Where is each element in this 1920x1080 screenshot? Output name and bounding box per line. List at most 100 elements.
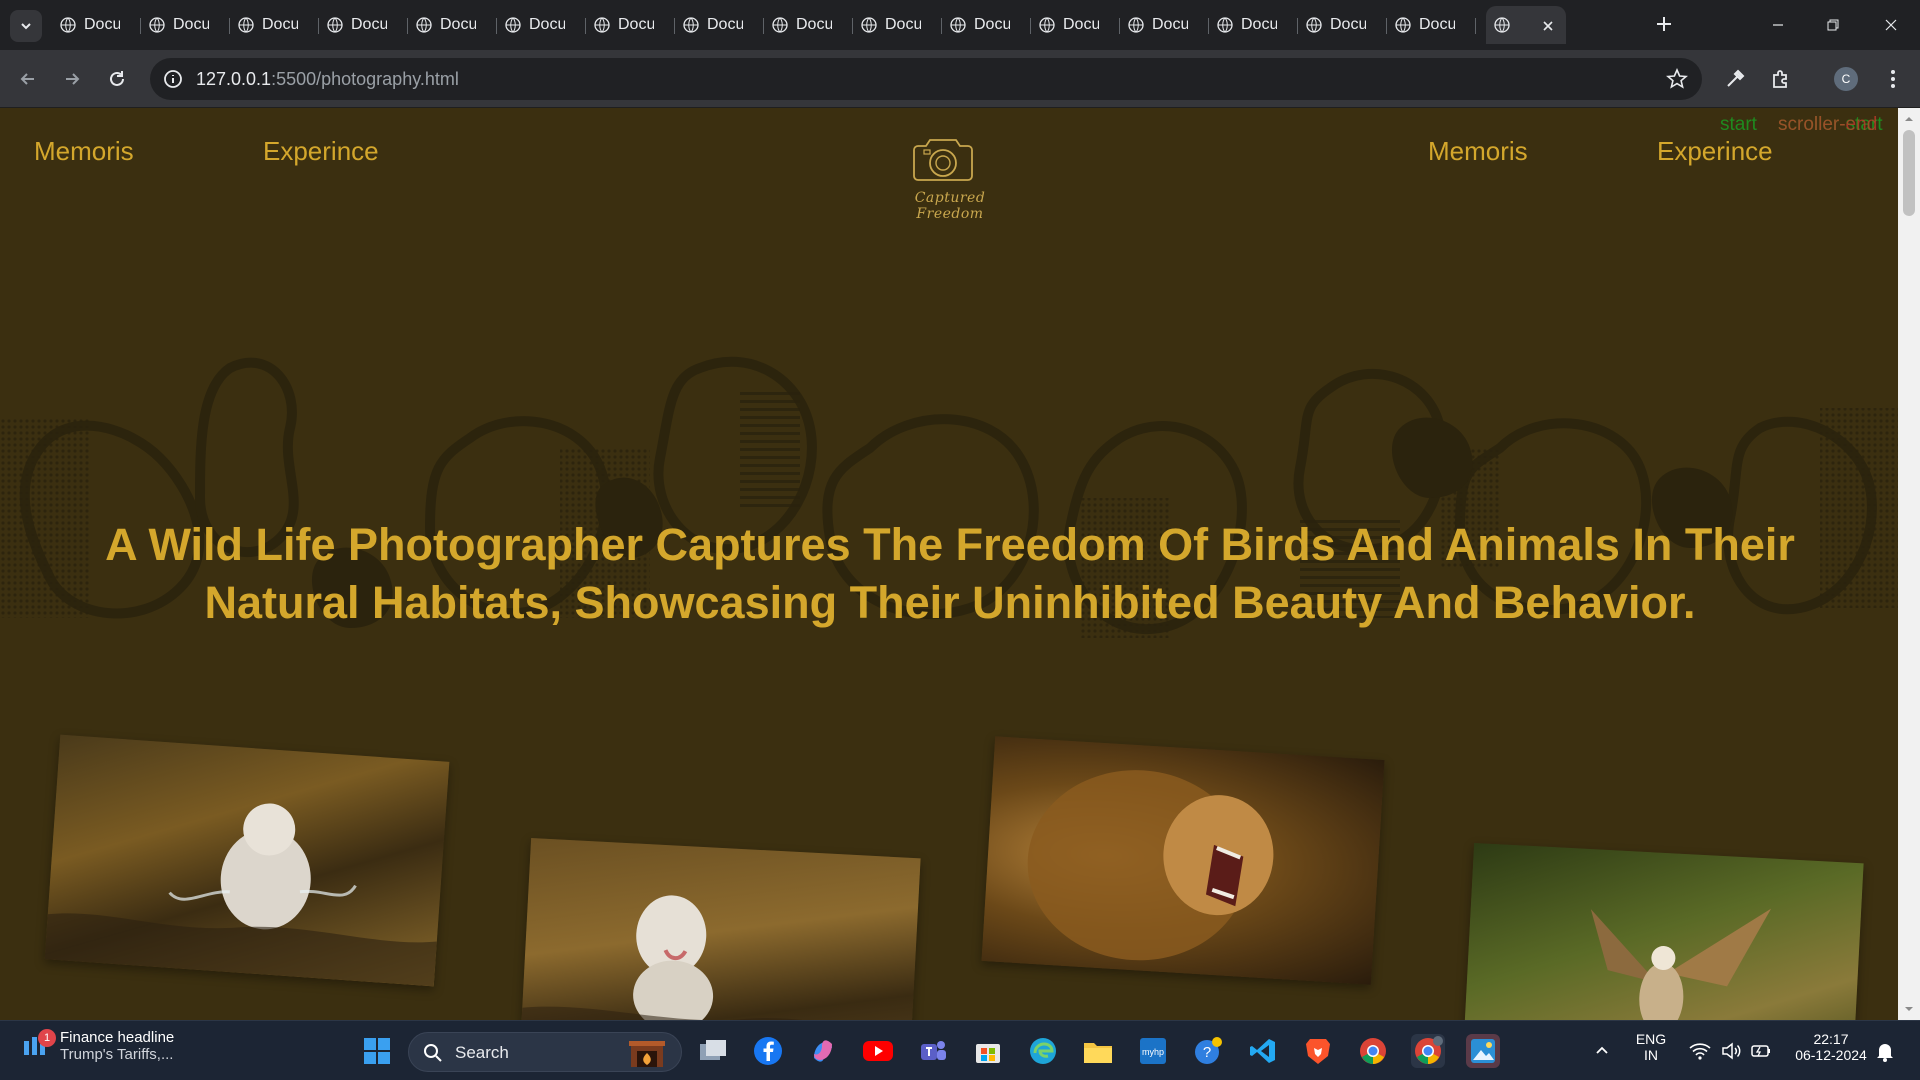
new-tab-button[interactable] [1652, 12, 1676, 36]
brave-app[interactable] [1301, 1034, 1335, 1068]
photo-eagle-in-flight[interactable] [1462, 842, 1864, 1020]
dog-photo-illustration [44, 803, 437, 987]
facebook-app[interactable] [751, 1034, 785, 1068]
tab[interactable]: Document [1298, 6, 1387, 44]
photo-dog-shaking-water[interactable] [44, 734, 450, 987]
tab-active[interactable] [1486, 6, 1566, 44]
photography-page: Memoris Experince Memoris Experince Capt… [0, 108, 1898, 1020]
tab[interactable]: Document [52, 6, 141, 44]
back-button[interactable] [14, 65, 42, 93]
tab-title: Document [440, 16, 476, 33]
language-indicator[interactable]: ENG IN [1630, 1031, 1672, 1063]
tab[interactable]: Document [853, 6, 942, 44]
nav-link-experince-left[interactable]: Experince [263, 136, 379, 167]
tab-title: Document [351, 16, 387, 33]
language-region: IN [1644, 1047, 1658, 1063]
nav-link-memoris-left[interactable]: Memoris [34, 136, 134, 167]
start-button[interactable] [360, 1034, 394, 1068]
tab[interactable]: Document [230, 6, 319, 44]
bookmark-star-icon[interactable] [1666, 68, 1688, 90]
show-hidden-icons-button[interactable] [1585, 1034, 1619, 1068]
tab[interactable]: Document [141, 6, 230, 44]
reload-button[interactable] [103, 65, 131, 93]
kebab-menu-icon [1891, 70, 1895, 88]
tab[interactable]: Document [764, 6, 853, 44]
tab[interactable]: Document [497, 6, 586, 44]
address-bar[interactable]: 127.0.0.1:5500/photography.html [150, 58, 1702, 100]
notifications-button[interactable] [1868, 1034, 1902, 1068]
globe-icon [683, 17, 699, 33]
globe-icon [1128, 17, 1144, 33]
clock[interactable]: 22:17 06-12-2024 [1785, 1031, 1877, 1063]
widget-subtitle: Trump's Tariffs,... [60, 1046, 174, 1063]
browser-menu-button[interactable] [1880, 66, 1906, 92]
tab-title: Document [1241, 16, 1277, 33]
extensions-button[interactable] [1768, 66, 1794, 92]
taskbar-search[interactable]: Search [408, 1032, 682, 1072]
tab-search-button[interactable] [10, 10, 42, 42]
close-tab-icon[interactable] [1540, 18, 1556, 34]
tab-title: Document [1330, 16, 1366, 33]
arrow-right-icon [66, 73, 80, 85]
file-explorer-app[interactable] [1081, 1034, 1115, 1068]
chrome-profile-app[interactable] [1411, 1034, 1445, 1068]
vscode-app[interactable] [1246, 1034, 1280, 1068]
tab[interactable]: Document [942, 6, 1031, 44]
forward-button[interactable] [58, 65, 86, 93]
photo-dog-in-water[interactable] [519, 837, 921, 1020]
globe-icon [149, 17, 165, 33]
hero-headline: A Wild Life Photographer Captures The Fr… [105, 519, 1795, 628]
notification-badge: 1 [38, 1029, 56, 1047]
chrome-app[interactable] [1356, 1034, 1390, 1068]
site-logo[interactable]: Captured Freedom [880, 128, 1020, 222]
tab[interactable]: Document [408, 6, 497, 44]
youtube-app[interactable] [861, 1034, 895, 1068]
chrome-profile-icon [1415, 1036, 1443, 1064]
windows-taskbar: 1 Finance headline Trump's Tariffs,... S… [0, 1020, 1920, 1080]
tab[interactable]: Document [1031, 6, 1120, 44]
tab[interactable]: Document [1120, 6, 1209, 44]
close-window-button[interactable] [1876, 10, 1906, 40]
tab[interactable]: Document [586, 6, 675, 44]
tab[interactable]: Document [675, 6, 764, 44]
site-info-icon[interactable] [162, 68, 184, 90]
myhp-app[interactable]: myhp [1136, 1034, 1170, 1068]
scrollbar-thumb[interactable] [1903, 130, 1915, 216]
copilot-app[interactable] [806, 1034, 840, 1068]
store-icon [976, 1044, 1000, 1063]
globe-icon [1039, 17, 1055, 33]
edge-app[interactable] [1026, 1034, 1060, 1068]
vscode-icon [1250, 1039, 1275, 1063]
globe-icon [772, 17, 788, 33]
wifi-icon [1689, 1043, 1711, 1060]
tab[interactable]: Document [319, 6, 408, 44]
photos-icon [1471, 1039, 1495, 1063]
photos-app[interactable] [1466, 1034, 1500, 1068]
puzzle-icon [1773, 70, 1787, 88]
microsoft-store-app[interactable] [971, 1034, 1005, 1068]
search-label: Search [455, 1043, 509, 1062]
scroll-down-arrow-icon[interactable] [1904, 1004, 1914, 1014]
globe-icon [505, 17, 521, 33]
teams-app[interactable] [916, 1034, 950, 1068]
profile-avatar[interactable]: C [1834, 67, 1858, 91]
minimize-button[interactable] [1763, 10, 1793, 40]
task-view-button[interactable] [696, 1034, 730, 1068]
page-scrollbar[interactable] [1898, 108, 1920, 1020]
eyedropper-extension-button[interactable] [1722, 66, 1748, 92]
scroll-up-arrow-icon[interactable] [1904, 114, 1914, 124]
nav-link-experince-right[interactable]: Experince [1657, 136, 1773, 167]
nav-link-memoris-right[interactable]: Memoris [1428, 136, 1528, 167]
tab[interactable]: Document [1387, 6, 1476, 44]
language-code: ENG [1635, 1031, 1667, 1047]
tab[interactable]: Document [1209, 6, 1298, 44]
svg-text:myhp: myhp [1142, 1047, 1164, 1057]
globe-icon [327, 17, 343, 33]
get-help-app[interactable]: ? [1191, 1034, 1225, 1068]
photo-lion-roaring[interactable] [981, 736, 1385, 985]
news-widget[interactable]: 1 Finance headline Trump's Tariffs,... [20, 1029, 174, 1063]
url-host: 127.0.0.1 [196, 69, 272, 89]
restore-button[interactable] [1818, 10, 1848, 40]
system-tray-status[interactable] [1680, 1034, 1780, 1068]
widget-title: Finance headline [60, 1029, 175, 1046]
